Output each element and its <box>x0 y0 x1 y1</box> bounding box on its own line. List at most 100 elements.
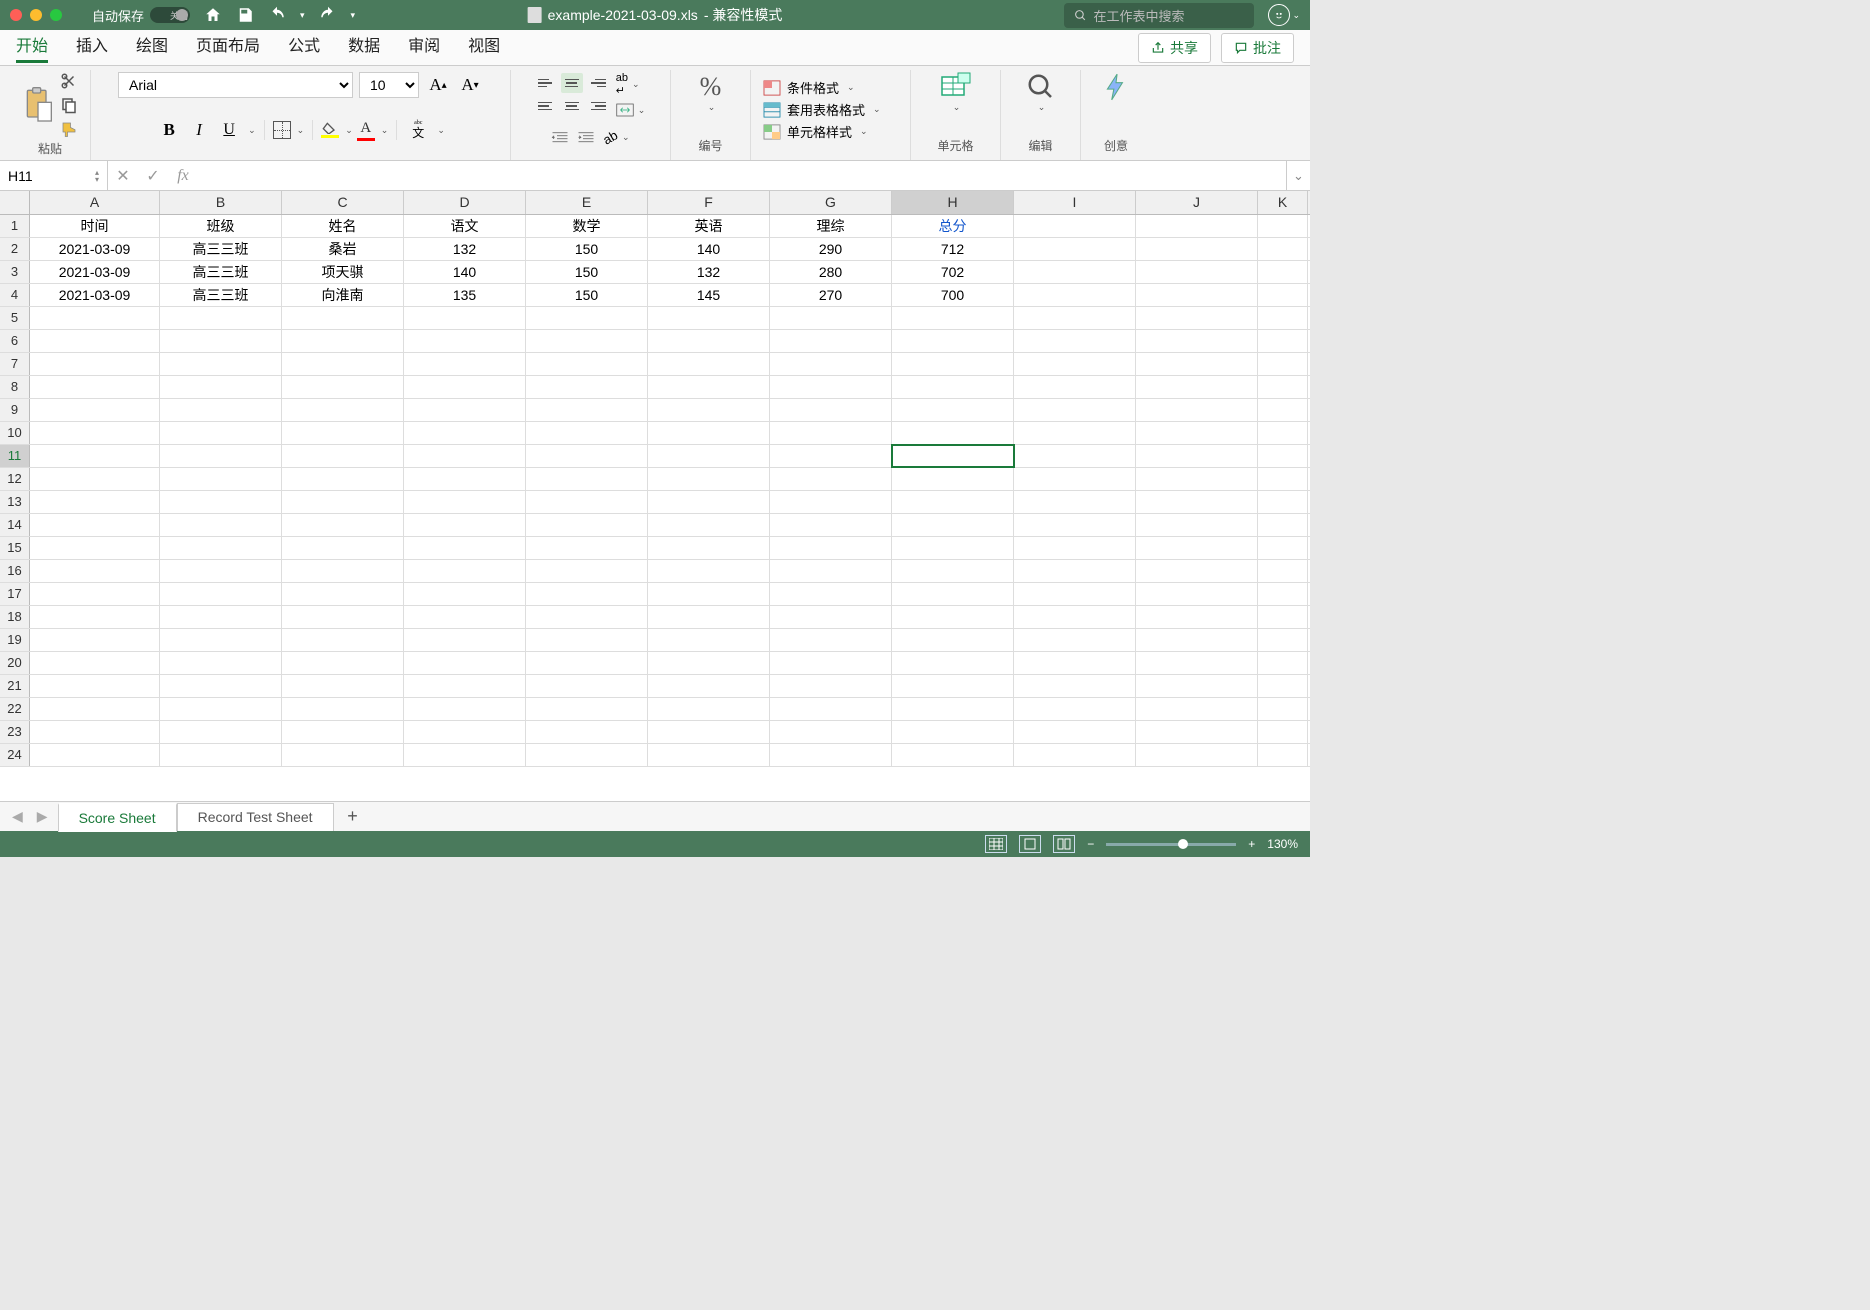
increase-indent-button[interactable] <box>577 130 595 145</box>
cell-I17[interactable] <box>1014 583 1136 605</box>
cell-B14[interactable] <box>160 514 282 536</box>
cell-K15[interactable] <box>1258 537 1308 559</box>
cell-E6[interactable] <box>526 330 648 352</box>
cell-F6[interactable] <box>648 330 770 352</box>
cell-J9[interactable] <box>1136 399 1258 421</box>
cell-E2[interactable]: 150 <box>526 238 648 260</box>
cell-K22[interactable] <box>1258 698 1308 720</box>
row-header-18[interactable]: 18 <box>0 606 30 628</box>
cell-A9[interactable] <box>30 399 160 421</box>
cell-C2[interactable]: 桑岩 <box>282 238 404 260</box>
row-header-20[interactable]: 20 <box>0 652 30 674</box>
page-layout-view-button[interactable] <box>1019 835 1041 853</box>
cell-I23[interactable] <box>1014 721 1136 743</box>
underline-button[interactable]: U <box>216 118 242 142</box>
toggle-switch[interactable]: 关闭 <box>150 7 190 23</box>
cell-J4[interactable] <box>1136 284 1258 306</box>
cell-B24[interactable] <box>160 744 282 766</box>
cell-E1[interactable]: 数学 <box>526 215 648 237</box>
cell-F21[interactable] <box>648 675 770 697</box>
cell-F13[interactable] <box>648 491 770 513</box>
cell-G3[interactable]: 280 <box>770 261 892 283</box>
cell-C4[interactable]: 向淮南 <box>282 284 404 306</box>
fx-button[interactable]: fx <box>168 167 198 185</box>
column-header-D[interactable]: D <box>404 191 526 214</box>
cell-G17[interactable] <box>770 583 892 605</box>
cell-C12[interactable] <box>282 468 404 490</box>
cell-I3[interactable] <box>1014 261 1136 283</box>
cell-D8[interactable] <box>404 376 526 398</box>
cell-A24[interactable] <box>30 744 160 766</box>
cell-G16[interactable] <box>770 560 892 582</box>
cell-F12[interactable] <box>648 468 770 490</box>
cell-J14[interactable] <box>1136 514 1258 536</box>
redo-icon[interactable] <box>319 6 337 24</box>
cell-G6[interactable] <box>770 330 892 352</box>
cell-A17[interactable] <box>30 583 160 605</box>
find-button[interactable]: ⌄ <box>1026 72 1056 113</box>
cell-D16[interactable] <box>404 560 526 582</box>
cell-H21[interactable] <box>892 675 1014 697</box>
bold-button[interactable]: B <box>156 118 182 142</box>
cell-F10[interactable] <box>648 422 770 444</box>
minimize-window-button[interactable] <box>30 9 42 21</box>
cell-G13[interactable] <box>770 491 892 513</box>
cell-D24[interactable] <box>404 744 526 766</box>
cell-I11[interactable] <box>1014 445 1136 467</box>
column-header-G[interactable]: G <box>770 191 892 214</box>
column-header-F[interactable]: F <box>648 191 770 214</box>
cells-button[interactable]: ⌄ <box>940 72 972 113</box>
cell-G4[interactable]: 270 <box>770 284 892 306</box>
cell-D17[interactable] <box>404 583 526 605</box>
cell-G15[interactable] <box>770 537 892 559</box>
cell-B2[interactable]: 高三三班 <box>160 238 282 260</box>
cell-I20[interactable] <box>1014 652 1136 674</box>
fill-dropdown[interactable]: ⌄ <box>345 125 353 136</box>
cell-A2[interactable]: 2021-03-09 <box>30 238 160 260</box>
cell-A23[interactable] <box>30 721 160 743</box>
cell-K3[interactable] <box>1258 261 1308 283</box>
decrease-font-button[interactable]: A▾ <box>457 73 483 97</box>
menu-tab-1[interactable]: 插入 <box>76 32 108 63</box>
cell-K8[interactable] <box>1258 376 1308 398</box>
add-sheet-button[interactable]: + <box>340 806 366 827</box>
cell-D14[interactable] <box>404 514 526 536</box>
autosave-toggle[interactable]: 自动保存 关闭 <box>92 6 190 25</box>
cell-A14[interactable] <box>30 514 160 536</box>
cell-K20[interactable] <box>1258 652 1308 674</box>
cell-F18[interactable] <box>648 606 770 628</box>
cell-K5[interactable] <box>1258 307 1308 329</box>
menu-tab-7[interactable]: 视图 <box>468 32 500 63</box>
cell-D4[interactable]: 135 <box>404 284 526 306</box>
cell-K10[interactable] <box>1258 422 1308 444</box>
row-header-23[interactable]: 23 <box>0 721 30 743</box>
font-color-button[interactable]: A <box>357 120 375 141</box>
cell-I8[interactable] <box>1014 376 1136 398</box>
normal-view-button[interactable] <box>985 835 1007 853</box>
cell-K13[interactable] <box>1258 491 1308 513</box>
font-name-select[interactable]: Arial <box>118 72 353 98</box>
cell-J24[interactable] <box>1136 744 1258 766</box>
cell-F17[interactable] <box>648 583 770 605</box>
cell-G22[interactable] <box>770 698 892 720</box>
cell-I21[interactable] <box>1014 675 1136 697</box>
cell-K17[interactable] <box>1258 583 1308 605</box>
cell-D3[interactable]: 140 <box>404 261 526 283</box>
cell-B20[interactable] <box>160 652 282 674</box>
cell-D22[interactable] <box>404 698 526 720</box>
namebox-stepper[interactable]: ▴▾ <box>95 169 99 183</box>
cell-D2[interactable]: 132 <box>404 238 526 260</box>
cell-B7[interactable] <box>160 353 282 375</box>
cell-H15[interactable] <box>892 537 1014 559</box>
font-size-select[interactable]: 10 <box>359 72 419 98</box>
cell-G21[interactable] <box>770 675 892 697</box>
cell-H13[interactable] <box>892 491 1014 513</box>
phonetic-dropdown[interactable]: ⌄ <box>437 125 445 136</box>
zoom-slider[interactable] <box>1106 843 1236 846</box>
decrease-indent-button[interactable] <box>551 130 569 145</box>
cell-B12[interactable] <box>160 468 282 490</box>
cell-J23[interactable] <box>1136 721 1258 743</box>
font-color-dropdown[interactable]: ⌄ <box>381 125 389 136</box>
column-header-C[interactable]: C <box>282 191 404 214</box>
phonetic-button[interactable]: 文abc <box>405 118 431 142</box>
